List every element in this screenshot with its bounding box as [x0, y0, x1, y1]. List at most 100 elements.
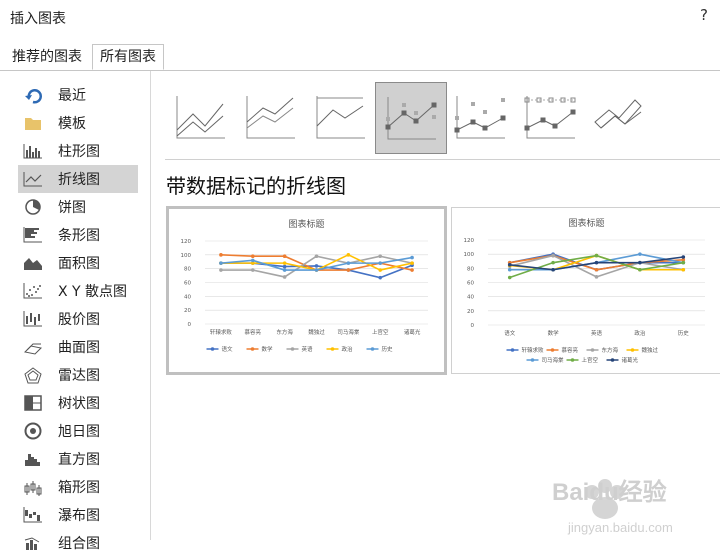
y-tick-label: 120 [181, 239, 192, 245]
sidebar-item-label: 瀑布图 [58, 508, 100, 524]
dialog-title: 插入图表 [10, 11, 66, 27]
sidebar-item-bar-chart[interactable]: 条形图 [18, 221, 138, 249]
sidebar-item-radar-chart[interactable]: 雷达图 [18, 361, 138, 389]
y-tick-label: 100 [181, 253, 192, 259]
sidebar-item-pie-chart[interactable]: 饼图 [18, 193, 138, 221]
chart-subtype-percent-stacked-line[interactable] [305, 82, 375, 152]
sidebar-item-stock-chart[interactable]: 股价图 [18, 305, 138, 333]
sidebar-item-label: 树状图 [58, 396, 100, 412]
legend-label: 数学 [262, 345, 274, 353]
legend-label: 英语 [302, 345, 314, 353]
radar-chart-icon [24, 367, 42, 384]
watermark-url: jingyan.baidu.com [567, 520, 673, 535]
sidebar-item-label: 曲面图 [58, 340, 100, 356]
data-point [551, 253, 555, 258]
sidebar-item-label: 雷达图 [58, 368, 100, 384]
legend-label: 慕容亮 [562, 346, 579, 354]
chart-subtype-line[interactable] [165, 82, 235, 152]
sidebar-item-folder[interactable]: 模板 [18, 109, 138, 137]
tab-all-charts[interactable]: 所有图表 [92, 44, 164, 70]
x-tick-label: 政治 [634, 329, 646, 337]
chart-preview-2[interactable]: 图表标题 0 20 40 60 80 100 120 语文 数学 英语 政治 历史 轩辕求败 慕容亮 东方海 魏… [451, 207, 720, 374]
y-tick-label: 100 [464, 252, 475, 258]
sidebar-item-label: 旭日图 [58, 424, 100, 440]
legend-label: 上官空 [582, 356, 599, 364]
sidebar-item-column-chart[interactable]: 柱形图 [18, 137, 138, 165]
sunburst-chart-icon [24, 422, 42, 440]
y-tick-label: 40 [184, 294, 191, 300]
data-point [594, 267, 599, 272]
chart-subtype-line-with-markers[interactable] [375, 82, 447, 154]
chart-subtype-stacked-line-with-markers[interactable] [445, 82, 515, 152]
legend-marker [610, 358, 615, 362]
legend-marker [250, 347, 255, 351]
help-button[interactable]: ? [700, 6, 708, 24]
legend-label: 诸葛光 [622, 356, 639, 364]
line-with-markers-icon [385, 97, 437, 140]
data-point [594, 260, 599, 265]
data-point [314, 268, 319, 272]
x-tick-label: 语文 [504, 329, 516, 337]
x-tick-label: 司马海棠 [337, 328, 360, 336]
tab-bar: 推荐的图表 所有图表 [0, 34, 720, 71]
recent-icon [25, 89, 42, 104]
sidebar-item-surface-chart[interactable]: 曲面图 [18, 333, 138, 361]
sidebar-item-box-whisker-chart[interactable]: 箱形图 [18, 473, 138, 501]
data-point [638, 252, 642, 256]
sidebar-item-treemap-chart[interactable]: 树状图 [18, 389, 138, 417]
legend-label: 历史 [382, 345, 394, 353]
waterfall-chart-icon [23, 507, 42, 523]
chart-type-list: 最近 模板 柱形图 折线图饼图条形图面积图 X Y 散点图股价图曲面图雷达图树状图旭日图… [0, 71, 151, 552]
surface-chart-icon [23, 343, 43, 355]
sidebar-item-combo-chart[interactable]: 组合图 [18, 529, 138, 557]
data-point [282, 261, 287, 265]
chart-preview-1[interactable]: 图表标题 0 20 40 60 80 100 120 轩辕求败 慕容亮 东方海 魏独过 司马海棠 上官空 诸… [166, 206, 447, 375]
legend-label: 魏独过 [642, 346, 659, 354]
stacked-line-icon [246, 96, 295, 139]
data-point [314, 254, 319, 259]
watermark-logo: Baidu经验 jingyan.baidu.com [550, 474, 720, 540]
x-tick-label: 诸葛光 [404, 328, 421, 336]
chart-subtype-stacked-line[interactable] [235, 82, 305, 152]
box-whisker-chart-icon [24, 481, 42, 496]
chart-subtype-percent-stacked-line-with-markers[interactable] [515, 82, 585, 152]
sidebar-item-recent[interactable]: 最近 [18, 81, 138, 109]
sidebar-item-scatter-chart[interactable]: X Y 散点图 [18, 277, 138, 305]
data-point [378, 268, 383, 272]
pie-chart-icon [25, 199, 41, 215]
sidebar-item-area-chart[interactable]: 面积图 [18, 249, 138, 277]
sidebar-item-waterfall-chart[interactable]: 瀑布图 [18, 501, 138, 529]
sidebar-item-label: 组合图 [58, 536, 100, 552]
data-point [507, 275, 512, 280]
data-point [638, 260, 642, 265]
chart-subtype-3d-line[interactable] [585, 82, 655, 152]
bar-chart-icon [23, 227, 42, 243]
legend-marker [210, 347, 215, 351]
data-point [346, 253, 351, 257]
sidebar-item-label: X Y 散点图 [58, 284, 128, 300]
data-point [282, 264, 287, 269]
y-tick-label: 60 [184, 281, 191, 287]
column-chart-icon [23, 144, 42, 159]
stock-chart-icon [23, 311, 42, 327]
chart-title: 图表标题 [568, 217, 604, 229]
legend-label: 语文 [222, 345, 234, 353]
tab-recommended-charts[interactable]: 推荐的图表 [5, 45, 89, 69]
percent-stacked-line-icon [316, 96, 365, 139]
sidebar-item-label: 条形图 [58, 228, 100, 244]
area-chart-icon [24, 258, 42, 270]
y-tick-label: 60 [467, 281, 474, 287]
sidebar-item-sunburst-chart[interactable]: 旭日图 [18, 417, 138, 445]
histogram-chart-icon [25, 454, 40, 466]
x-tick-label: 魏独过 [308, 328, 325, 336]
data-point [594, 275, 599, 279]
y-tick-label: 80 [184, 267, 191, 273]
sidebar-item-line-chart[interactable]: 折线图 [18, 165, 138, 193]
data-point [250, 268, 255, 272]
chart-title: 图表标题 [288, 218, 324, 230]
sidebar-item-histogram-chart[interactable]: 直方图 [18, 445, 138, 473]
chart-preview-2-svg: 图表标题 0 20 40 60 80 100 120 语文 数学 英语 政治 历史轩辕求败 慕容亮 东方海 魏… [464, 217, 705, 364]
sidebar-item-label: 饼图 [58, 200, 86, 216]
scatter-chart-icon [23, 283, 42, 299]
data-point [346, 268, 351, 272]
